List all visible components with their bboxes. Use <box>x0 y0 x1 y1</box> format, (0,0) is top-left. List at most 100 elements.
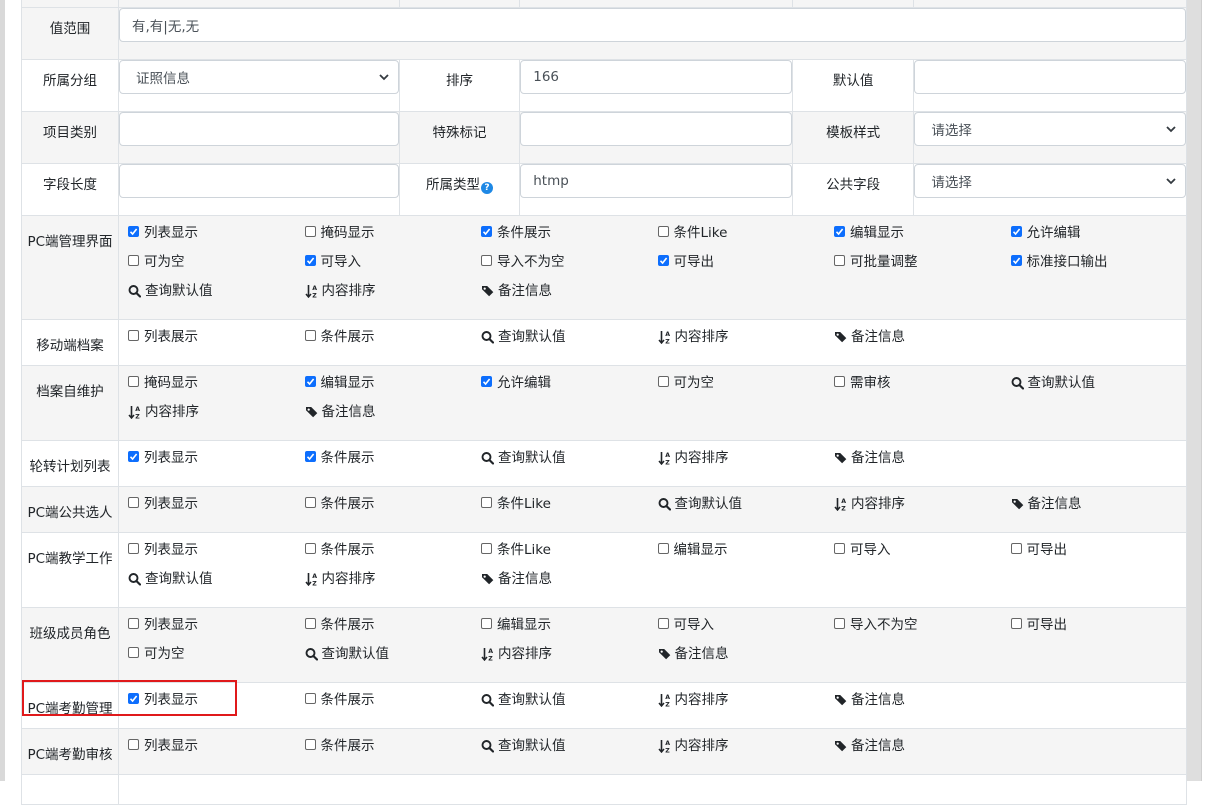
option-checkbox[interactable]: 可导出 <box>1010 616 1187 645</box>
option-checkbox[interactable]: 可批量调整 <box>833 253 1010 282</box>
option-checkbox[interactable]: 列表显示 <box>127 737 304 766</box>
option-action[interactable]: A Z 内容排序 <box>657 449 834 478</box>
checkbox-checked[interactable] <box>1010 255 1022 266</box>
checkbox-unchecked[interactable] <box>657 618 669 629</box>
option-checkbox[interactable]: 列表显示 <box>127 616 304 645</box>
option-action[interactable]: 查询默认值 <box>480 328 657 357</box>
checkbox-checked[interactable] <box>834 226 845 237</box>
checkbox-unchecked[interactable] <box>304 497 316 508</box>
option-action[interactable]: A Z 内容排序 <box>304 570 481 599</box>
option-checkbox[interactable]: 条件Like <box>480 495 657 524</box>
checkbox-unchecked[interactable] <box>657 543 669 554</box>
option-action[interactable]: A Z 内容排序 <box>657 328 834 357</box>
checkbox-unchecked[interactable] <box>481 255 492 266</box>
checkbox-checked[interactable] <box>657 255 669 266</box>
checkbox-unchecked[interactable] <box>128 330 139 341</box>
option-action[interactable]: 查询默认值 <box>127 570 304 599</box>
option-action[interactable]: 备注信息 <box>480 570 657 599</box>
option-checkbox[interactable]: 导入不为空 <box>833 616 1010 645</box>
option-checkbox[interactable]: 允许编辑 <box>480 374 657 403</box>
option-action[interactable]: 查询默认值 <box>480 449 657 478</box>
checkbox-unchecked[interactable] <box>128 647 139 658</box>
option-action[interactable]: 备注信息 <box>480 282 657 311</box>
option-action[interactable]: 备注信息 <box>833 449 1010 478</box>
option-checkbox[interactable]: 编辑显示 <box>657 541 834 570</box>
checkbox-unchecked[interactable] <box>304 739 316 750</box>
option-checkbox[interactable]: 条件展示 <box>304 737 481 766</box>
checkbox-unchecked[interactable] <box>304 330 316 341</box>
checkbox-unchecked[interactable] <box>304 226 316 237</box>
option-checkbox[interactable]: 条件Like <box>480 541 657 570</box>
option-checkbox[interactable]: 可为空 <box>127 645 304 674</box>
option-checkbox[interactable]: 导入不为空 <box>480 253 657 282</box>
checkbox-unchecked[interactable] <box>128 255 139 266</box>
option-action[interactable]: 查询默认值 <box>657 495 834 524</box>
checkbox-unchecked[interactable] <box>481 497 492 508</box>
owner-type-input[interactable] <box>520 164 792 198</box>
option-checkbox[interactable]: 列表显示 <box>127 224 304 253</box>
option-action[interactable]: A Z 内容排序 <box>480 645 657 674</box>
checkbox-unchecked[interactable] <box>657 226 669 237</box>
checkbox-unchecked[interactable] <box>1010 543 1022 554</box>
option-action[interactable]: 备注信息 <box>833 691 1010 720</box>
checkbox-checked[interactable] <box>304 451 316 462</box>
checkbox-unchecked[interactable] <box>834 376 845 387</box>
checkbox-checked[interactable] <box>481 226 492 237</box>
checkbox-unchecked[interactable] <box>128 497 139 508</box>
value-range-input[interactable] <box>119 8 1186 42</box>
option-checkbox[interactable]: 掩码显示 <box>304 224 481 253</box>
option-action[interactable]: 备注信息 <box>1010 495 1187 524</box>
option-checkbox[interactable]: 条件展示 <box>480 224 657 253</box>
option-action[interactable]: 查询默认值 <box>480 691 657 720</box>
checkbox-checked[interactable] <box>304 255 316 266</box>
checkbox-checked[interactable] <box>128 451 139 462</box>
default-value-input[interactable] <box>914 60 1186 94</box>
option-action[interactable]: A Z 内容排序 <box>304 282 481 311</box>
option-checkbox[interactable]: 可导入 <box>833 541 1010 570</box>
option-checkbox[interactable]: 编辑显示 <box>304 374 481 403</box>
option-checkbox[interactable]: 可导出 <box>1010 541 1187 570</box>
option-checkbox[interactable]: 可导入 <box>304 253 481 282</box>
option-checkbox[interactable]: 掩码显示 <box>127 374 304 403</box>
checkbox-checked[interactable] <box>128 693 139 704</box>
field-length-input[interactable] <box>119 164 399 198</box>
item-type-input[interactable] <box>119 112 399 146</box>
option-checkbox[interactable]: 可为空 <box>657 374 834 403</box>
checkbox-unchecked[interactable] <box>304 543 316 554</box>
option-checkbox[interactable]: 条件展示 <box>304 541 481 570</box>
option-checkbox[interactable]: 列表展示 <box>127 328 304 357</box>
option-checkbox[interactable]: 编辑显示 <box>480 616 657 645</box>
option-checkbox[interactable]: 列表显示 <box>127 691 304 720</box>
checkbox-unchecked[interactable] <box>481 543 492 554</box>
option-checkbox[interactable]: 条件展示 <box>304 328 481 357</box>
option-checkbox[interactable]: 需审核 <box>833 374 1010 403</box>
option-action[interactable]: A Z 内容排序 <box>657 691 834 720</box>
group-select[interactable]: 证照信息 <box>119 60 399 94</box>
option-checkbox[interactable]: 列表显示 <box>127 449 304 478</box>
option-action[interactable]: 备注信息 <box>657 645 834 674</box>
option-action[interactable]: A Z 内容排序 <box>833 495 1010 524</box>
checkbox-unchecked[interactable] <box>304 618 316 629</box>
checkbox-unchecked[interactable] <box>128 739 139 750</box>
option-checkbox[interactable]: 可为空 <box>127 253 304 282</box>
option-action[interactable]: 备注信息 <box>833 737 1010 766</box>
option-checkbox[interactable]: 允许编辑 <box>1010 224 1187 253</box>
option-checkbox[interactable]: 条件展示 <box>304 449 481 478</box>
option-action[interactable]: 查询默认值 <box>304 645 481 674</box>
checkbox-checked[interactable] <box>128 226 139 237</box>
special-mark-input[interactable] <box>520 112 792 146</box>
checkbox-unchecked[interactable] <box>834 255 845 266</box>
checkbox-unchecked[interactable] <box>128 376 139 387</box>
checkbox-unchecked[interactable] <box>834 543 845 554</box>
option-checkbox[interactable]: 可导出 <box>657 253 834 282</box>
question-circle-icon[interactable]: ? <box>481 182 494 194</box>
option-checkbox[interactable]: 标准接口输出 <box>1010 253 1187 282</box>
option-action[interactable]: A Z 内容排序 <box>127 403 304 432</box>
checkbox-unchecked[interactable] <box>128 543 139 554</box>
checkbox-unchecked[interactable] <box>834 618 845 629</box>
option-action[interactable]: 备注信息 <box>304 403 481 432</box>
checkbox-unchecked[interactable] <box>657 376 669 387</box>
checkbox-unchecked[interactable] <box>304 693 316 704</box>
option-checkbox[interactable]: 列表显示 <box>127 495 304 524</box>
option-checkbox[interactable]: 编辑显示 <box>833 224 1010 253</box>
